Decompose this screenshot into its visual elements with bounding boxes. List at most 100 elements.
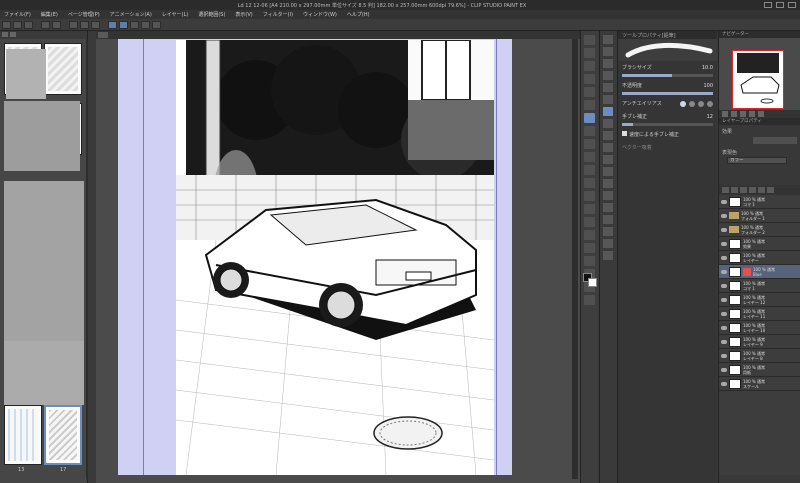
eye-icon[interactable]	[721, 213, 727, 218]
canvas-vertical-scrollbar[interactable]	[572, 39, 578, 479]
layer-row[interactable]: 100 % 通常 フォルダー 1	[719, 209, 800, 223]
eye-icon[interactable]	[721, 199, 727, 204]
layer-row[interactable]: 100 % 通常 コマ 1	[719, 279, 800, 293]
canvas-tab[interactable]	[98, 32, 108, 38]
sub-color-swatch[interactable]	[588, 278, 597, 287]
antialias-none-icon[interactable]	[680, 100, 686, 107]
flip-icon[interactable]	[758, 111, 764, 117]
zoom-in-icon[interactable]	[722, 111, 728, 117]
antialias-options[interactable]	[680, 100, 713, 107]
layer-blend-icon[interactable]	[722, 187, 729, 193]
move-tool-icon[interactable]	[584, 48, 595, 58]
snap-grid-icon[interactable]	[130, 20, 139, 29]
menu-animation[interactable]: アニメーション(A)	[110, 11, 152, 18]
eye-icon[interactable]	[721, 269, 727, 274]
eye-icon[interactable]	[721, 381, 727, 386]
correct-line-tool-icon[interactable]	[584, 295, 595, 305]
menu-page[interactable]: ページ管理(P)	[68, 11, 100, 18]
subtool-icon[interactable]	[603, 131, 613, 140]
eye-icon[interactable]	[721, 353, 727, 358]
page-menu-icon[interactable]	[2, 32, 8, 37]
eye-icon[interactable]	[721, 367, 727, 372]
layer-clip-icon[interactable]	[749, 187, 756, 193]
layer-row[interactable]: 100 % 通常 レイヤー 12	[719, 293, 800, 307]
close-button[interactable]	[788, 2, 796, 8]
page-zoom-icon[interactable]	[10, 32, 16, 37]
eye-icon[interactable]	[721, 241, 727, 246]
pencil-tool-icon[interactable]	[584, 126, 595, 136]
cloud-icon[interactable]	[152, 20, 161, 29]
expression-color-dropdown[interactable]: カラー	[727, 157, 787, 164]
gradient-tool-icon[interactable]	[584, 217, 595, 227]
eye-icon[interactable]	[721, 339, 727, 344]
subtool-icon[interactable]	[603, 143, 613, 152]
fill-icon[interactable]	[91, 20, 100, 29]
layer-row[interactable]: 100 % 通常 レイヤー 11	[719, 307, 800, 321]
airbrush-tool-icon[interactable]	[584, 152, 595, 162]
stabilization-slider[interactable]	[622, 123, 713, 126]
eye-icon[interactable]	[721, 311, 727, 316]
brush-size-slider[interactable]	[622, 74, 713, 77]
menu-window[interactable]: ウィンドウ(W)	[303, 11, 337, 18]
layer-row[interactable]: 100 % 通常 フォルダー 2	[719, 223, 800, 237]
menu-file[interactable]: ファイル(F)	[4, 11, 31, 18]
redo-icon[interactable]	[52, 20, 61, 29]
snap-special-ruler-icon[interactable]	[119, 20, 128, 29]
new-icon[interactable]	[2, 20, 11, 29]
layer-row-selected[interactable]: 100 % 通常 Blue	[719, 265, 800, 279]
lasso-tool-icon[interactable]	[584, 87, 595, 97]
subtool-icon[interactable]	[603, 203, 613, 212]
menu-help[interactable]: ヘルプ(H)	[347, 11, 370, 18]
rotate-icon[interactable]	[749, 111, 755, 117]
menu-layer[interactable]: レイヤー(L)	[162, 11, 189, 18]
layer-row[interactable]: 100 % 通常 スケール	[719, 377, 800, 391]
eye-icon[interactable]	[721, 297, 727, 302]
undo-icon[interactable]	[41, 20, 50, 29]
ruler-tool-icon[interactable]	[584, 256, 595, 266]
subtool-icon[interactable]	[603, 83, 613, 92]
page-thumbnail[interactable]	[44, 43, 82, 95]
subtool-icon[interactable]	[603, 167, 613, 176]
subtool-icon[interactable]	[603, 191, 613, 200]
brush-tool-icon[interactable]	[584, 139, 595, 149]
minimize-button[interactable]	[764, 2, 772, 8]
page-panel-scrollbar[interactable]	[86, 39, 88, 479]
layer-row[interactable]: 100 % 通常 効果	[719, 237, 800, 251]
maximize-button[interactable]	[776, 2, 784, 8]
zoom-out-icon[interactable]	[731, 111, 737, 117]
navigator-panel[interactable]	[719, 38, 800, 110]
frame-tool-icon[interactable]	[584, 243, 595, 253]
fill-tool-icon[interactable]	[584, 204, 595, 214]
layer-delete-icon[interactable]	[767, 187, 774, 193]
effect-buttons[interactable]	[753, 137, 797, 144]
canvas-area[interactable]	[96, 31, 580, 483]
layer-opacity-icon[interactable]	[731, 187, 738, 193]
blend-tool-icon[interactable]	[584, 191, 595, 201]
layer-row[interactable]: 100 % 通常 レイヤー 8	[719, 349, 800, 363]
menu-filter[interactable]: フィルター(I)	[263, 11, 293, 18]
snap-ruler-icon[interactable]	[108, 20, 117, 29]
subtool-icon[interactable]	[603, 215, 613, 224]
snap-icon[interactable]	[141, 20, 150, 29]
layer-row[interactable]: 100 % 通常 レイヤー 9	[719, 335, 800, 349]
subtool-icon[interactable]	[603, 107, 613, 116]
select-tool-icon[interactable]	[584, 74, 595, 84]
navigator-view-frame[interactable]	[732, 50, 784, 109]
antialias-medium-icon[interactable]	[698, 100, 704, 107]
layer-row[interactable]: 100 % 通常 レイヤー	[719, 251, 800, 265]
eraser-tool-icon[interactable]	[584, 178, 595, 188]
menu-edit[interactable]: 編集(E)	[41, 11, 58, 18]
speed-stabilization-checkbox[interactable]	[622, 131, 627, 136]
subtool-icon[interactable]	[603, 35, 613, 44]
eye-icon[interactable]	[721, 255, 727, 260]
eyedropper-tool-icon[interactable]	[584, 100, 595, 110]
open-icon[interactable]	[13, 20, 22, 29]
page-thumbnail-13[interactable]	[4, 405, 42, 465]
page-thumbnail-17[interactable]	[44, 405, 82, 465]
layer-row[interactable]: 100 % 通常 レイヤー 10	[719, 321, 800, 335]
save-icon[interactable]	[24, 20, 33, 29]
layer-new-icon[interactable]	[758, 187, 765, 193]
subtool-icon[interactable]	[603, 239, 613, 248]
zoom-tool-icon[interactable]	[584, 35, 595, 45]
subtool-icon[interactable]	[603, 119, 613, 128]
